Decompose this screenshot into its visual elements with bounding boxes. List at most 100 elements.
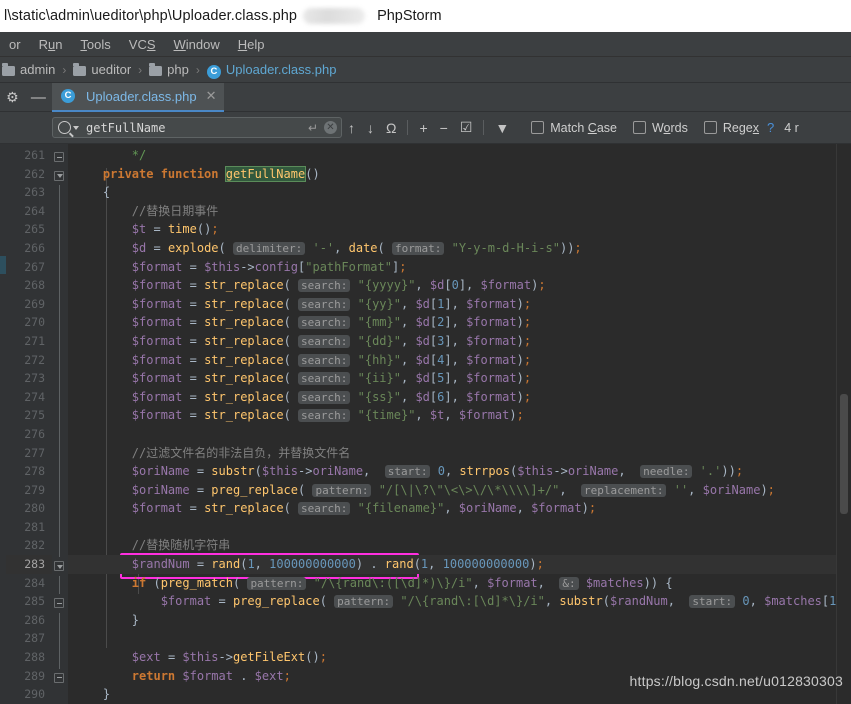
line-number[interactable]: 268	[6, 276, 52, 295]
menu-item-tools[interactable]: Tools	[71, 35, 119, 54]
breadcrumb-item-file[interactable]: C Uploader.class.php	[206, 62, 336, 79]
find-previous-button[interactable]: ↑	[348, 120, 355, 136]
code-line[interactable]: //过滤文件名的非法自负，并替换文件名	[68, 444, 836, 463]
breadcrumb-item-ueditor[interactable]: ueditor ›	[73, 62, 149, 77]
code-line[interactable]: $format = str_replace( search: "{filenam…	[68, 499, 836, 518]
fold-collapse-icon[interactable]	[54, 672, 64, 683]
fold-region-line	[58, 501, 60, 520]
line-number[interactable]: 279	[6, 481, 52, 500]
code-content[interactable]: */ private function getFullName() { //替换…	[68, 144, 836, 704]
filter-button[interactable]: ▼	[495, 120, 509, 136]
menu-item-vcs[interactable]: VCS	[120, 35, 165, 54]
code-line[interactable]	[68, 518, 836, 537]
line-number[interactable]: 275	[6, 406, 52, 425]
gear-icon[interactable]: ⚙	[6, 89, 19, 106]
code-line[interactable]: $format = str_replace( search: "{yy}", $…	[68, 295, 836, 314]
line-number[interactable]: 287	[6, 629, 52, 648]
fold-region-icon[interactable]	[54, 170, 64, 181]
code-line[interactable]: $ext = $this->getFileExt();	[68, 648, 836, 667]
line-number[interactable]: 262	[6, 165, 52, 184]
chevron-down-icon[interactable]	[73, 125, 79, 130]
code-line[interactable]: {	[68, 183, 836, 202]
line-number[interactable]: 269	[6, 295, 52, 314]
code-line[interactable]: $format = str_replace( search: "{hh}", $…	[68, 351, 836, 370]
line-number[interactable]: 282	[6, 536, 52, 555]
select-all-carets-button[interactable]: ☑	[460, 119, 473, 136]
line-number[interactable]: 290	[6, 685, 52, 704]
code-line[interactable]: $format = str_replace( search: "{dd}", $…	[68, 332, 836, 351]
line-number[interactable]: 261	[6, 146, 52, 165]
line-number[interactable]: 288	[6, 648, 52, 667]
line-number[interactable]: 284	[6, 574, 52, 593]
line-number[interactable]: 264	[6, 202, 52, 221]
find-next-button[interactable]: ↓	[367, 120, 374, 136]
search-input[interactable]: getFullName ↵ ✕	[52, 117, 342, 138]
fold-collapse-icon[interactable]	[54, 598, 64, 609]
line-number[interactable]: 278	[6, 462, 52, 481]
breadcrumb-item-admin[interactable]: admin ›	[2, 62, 73, 77]
code-line[interactable]: $format = str_replace( search: "{ss}", $…	[68, 388, 836, 407]
code-line[interactable]	[68, 425, 836, 444]
regex-checkbox[interactable]: Regex	[703, 121, 759, 135]
code-line[interactable]: $format = str_replace( search: "{yyyy}",…	[68, 276, 836, 295]
line-number[interactable]: 283	[6, 555, 52, 574]
code-line[interactable]: //替换随机字符串	[68, 536, 836, 555]
menu-item-window[interactable]: Window	[165, 35, 229, 54]
code-line[interactable]	[68, 629, 836, 648]
code-line[interactable]: //替换日期事件	[68, 202, 836, 221]
code-line[interactable]: $format = str_replace( search: "{time}",…	[68, 406, 836, 425]
tab-uploader-class-php[interactable]: C Uploader.class.php ✕	[52, 82, 225, 112]
line-number[interactable]: 270	[6, 313, 52, 332]
minimize-icon[interactable]: —	[31, 89, 46, 106]
line-number[interactable]: 280	[6, 499, 52, 518]
fold-row	[52, 389, 68, 409]
line-number[interactable]: 266	[6, 239, 52, 258]
breadcrumb-item-php[interactable]: php ›	[149, 62, 207, 77]
line-number[interactable]: 272	[6, 351, 52, 370]
line-number[interactable]: 285	[6, 592, 52, 611]
line-number[interactable]: 263	[6, 183, 52, 202]
match-case-checkbox[interactable]: Match Case	[531, 121, 617, 135]
fold-region-line	[58, 222, 60, 241]
scrollbar-thumb[interactable]	[840, 394, 848, 514]
clear-search-icon[interactable]: ✕	[324, 121, 337, 134]
menu-item-run[interactable]: Run	[30, 35, 72, 54]
code-line[interactable]: $format = str_replace( search: "{ii}", $…	[68, 369, 836, 388]
code-line[interactable]: */	[68, 146, 836, 165]
code-line[interactable]: $format = str_replace( search: "{mm}", $…	[68, 313, 836, 332]
editor-scrollbar[interactable]	[836, 144, 851, 704]
fold-region-icon[interactable]	[54, 561, 64, 572]
help-icon[interactable]: ?	[767, 120, 774, 135]
folder-icon	[149, 62, 163, 76]
select-all-occurrences-button[interactable]: Ω	[386, 120, 396, 136]
code-line[interactable]: if (preg_match( pattern: "/\{rand\:([\d]…	[68, 574, 836, 593]
fold-collapse-icon[interactable]	[54, 152, 64, 162]
code-line[interactable]: $t = time();	[68, 220, 836, 239]
line-number[interactable]: 286	[6, 611, 52, 630]
code-line[interactable]: $format = preg_replace( pattern: "/\{ran…	[68, 592, 836, 611]
line-number[interactable]: 267	[6, 258, 52, 277]
code-folding-gutter[interactable]	[52, 144, 68, 704]
breadcrumb-separator: ›	[62, 62, 67, 77]
words-checkbox[interactable]: Words	[632, 121, 688, 135]
code-line[interactable]: private function getFullName()	[68, 165, 836, 184]
line-number[interactable]: 265	[6, 220, 52, 239]
line-number[interactable]: 281	[6, 518, 52, 537]
code-line[interactable]: $d = explode( delimiter: '-', date( form…	[68, 239, 836, 258]
code-line[interactable]: $oriName = preg_replace( pattern: "/[\|\…	[68, 481, 836, 500]
code-line[interactable]: }	[68, 611, 836, 630]
code-line[interactable]: $oriName = substr($this->oriName, start:…	[68, 462, 836, 481]
line-number[interactable]: 289	[6, 667, 52, 686]
code-line[interactable]: $format = $this->config["pathFormat"];	[68, 258, 836, 277]
line-number[interactable]: 273	[6, 369, 52, 388]
menu-item-help[interactable]: Help	[229, 35, 274, 54]
menu-item-editor[interactable]: or	[0, 35, 30, 54]
line-number[interactable]: 277	[6, 444, 52, 463]
remove-occurrence-button[interactable]: −	[440, 120, 448, 136]
line-number[interactable]: 276	[6, 425, 52, 444]
line-number[interactable]: 271	[6, 332, 52, 351]
code-line[interactable]: $randNum = rand(1, 100000000000) . rand(…	[68, 555, 836, 574]
line-number[interactable]: 274	[6, 388, 52, 407]
add-occurrence-button[interactable]: +	[419, 120, 427, 136]
close-icon[interactable]: ✕	[206, 88, 217, 104]
